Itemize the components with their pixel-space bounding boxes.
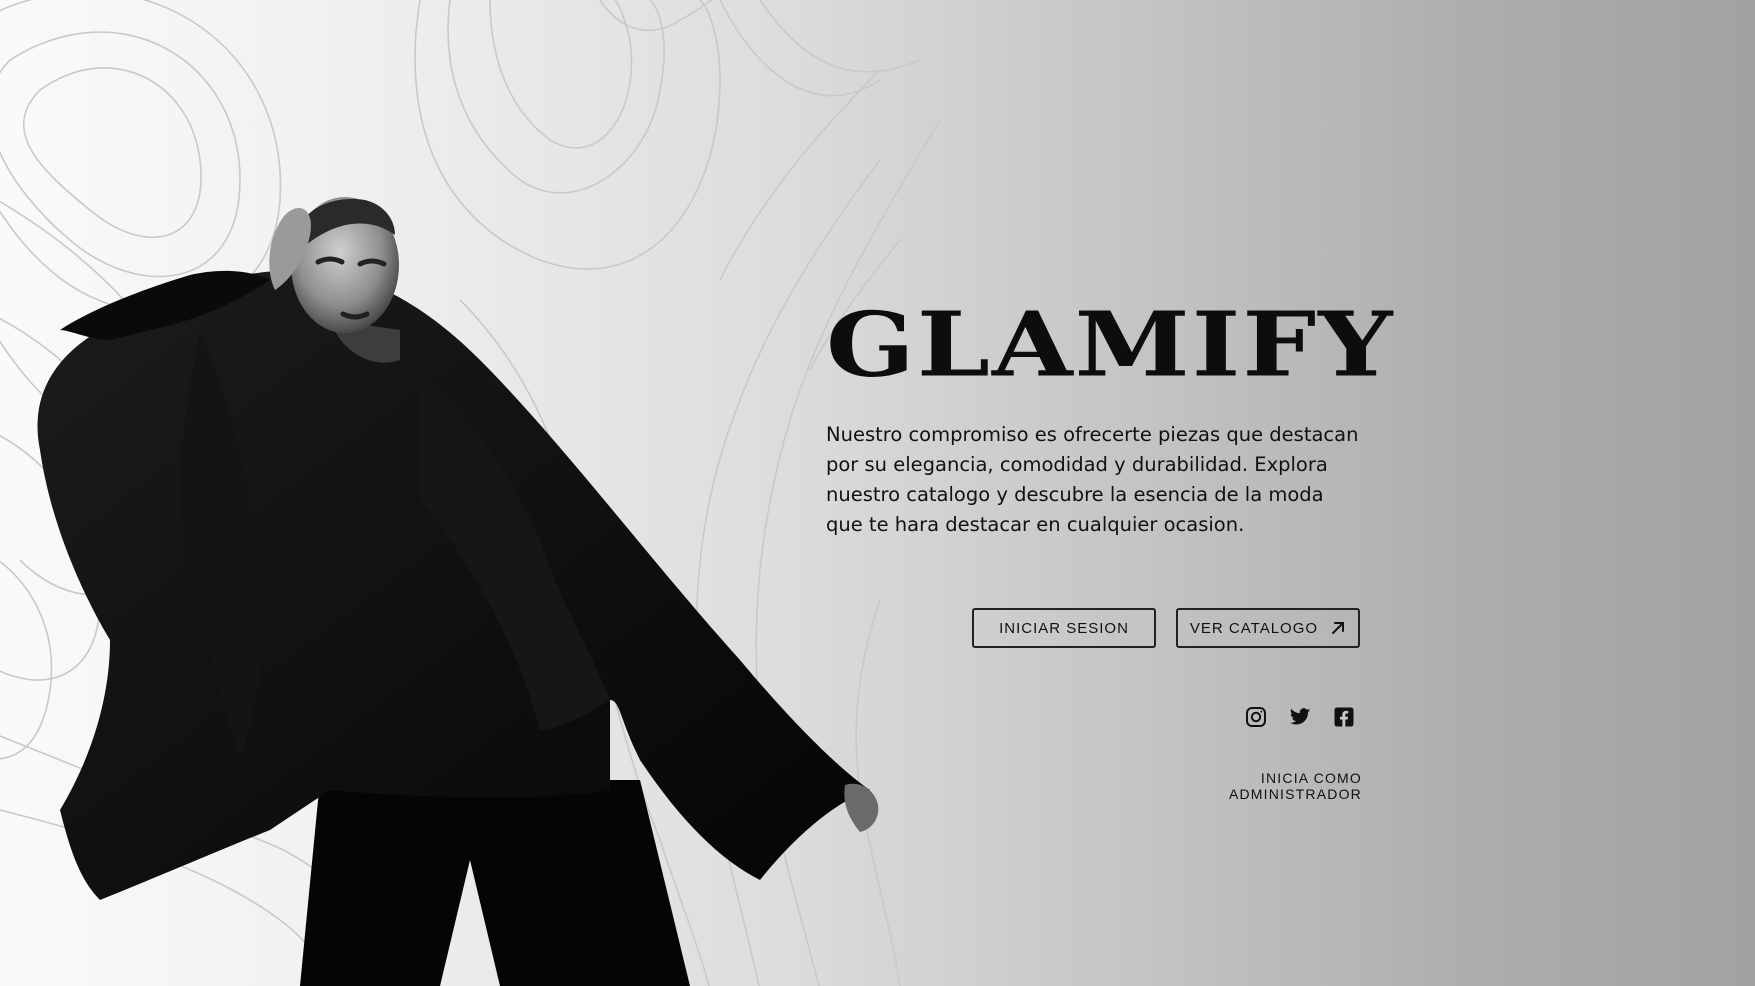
twitter-icon[interactable] (1289, 706, 1311, 728)
model-figure (37, 197, 879, 986)
view-catalog-button[interactable]: VER CATALOGO (1176, 608, 1360, 648)
hero-section: GLAMIFY Nuestro compromiso es ofrecerte … (826, 291, 1406, 536)
login-button-label: INICIAR SESION (999, 619, 1129, 637)
instagram-icon[interactable] (1245, 706, 1267, 728)
social-links (1245, 706, 1355, 728)
login-button[interactable]: INICIAR SESION (972, 608, 1156, 648)
arrow-up-right-icon (1332, 622, 1345, 634)
facebook-icon[interactable] (1333, 706, 1355, 728)
admin-login-link[interactable]: INICIA COMO ADMINISTRADOR (1147, 770, 1362, 802)
view-catalog-button-label: VER CATALOGO (1189, 619, 1319, 637)
hero-tagline: Nuestro compromiso es ofrecerte piezas q… (826, 423, 1359, 536)
brand-logo: GLAMIFY (826, 291, 1395, 398)
